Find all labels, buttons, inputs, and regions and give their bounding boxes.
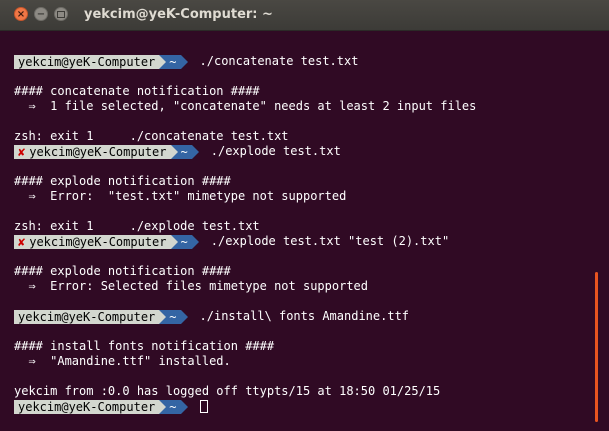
command-text: ./explode test.txt (210, 144, 341, 158)
output-line: zsh: exit 1 ./concatenate test.txt (14, 129, 289, 143)
prompt-user-host-text: yekcim@yeK-Computer (29, 234, 167, 249)
scrollbar-track[interactable] (598, 31, 609, 431)
prompt-separator-icon (170, 144, 178, 159)
maximize-button[interactable] (54, 7, 68, 21)
error-x-icon: ✘ (18, 144, 26, 159)
prompt-segment: ✘ yekcim@yeK-Computer ~ (14, 144, 199, 159)
prompt-user-host: yekcim@yeK-Computer (14, 399, 160, 414)
prompt-user-host-text: yekcim@yeK-Computer (18, 54, 156, 69)
output-line: ⇒ Error: "test.txt" mimetype not support… (14, 189, 347, 203)
output-line: #### install fonts notification #### (14, 339, 275, 353)
prompt-user-host: yekcim@yeK-Computer (14, 54, 160, 69)
output-line: #### explode notification #### (14, 264, 231, 278)
prompt-line: yekcim@yeK-Computer ~ ./install\ fonts Ama… (14, 309, 598, 324)
prompt-user-host-text: yekcim@yeK-Computer (18, 309, 156, 324)
prompt-user-host: ✘ yekcim@yeK-Computer (14, 234, 171, 249)
error-x-icon: ✘ (18, 234, 26, 249)
output-line: zsh: exit 1 ./explode test.txt (14, 219, 260, 233)
terminal-window: × − yekcim@yeK-Computer: ~ yekcim@yeK-Co… (0, 0, 609, 431)
text-cursor[interactable] (199, 400, 208, 413)
prompt-segment: ✘ yekcim@yeK-Computer ~ (14, 234, 199, 249)
close-button[interactable]: × (14, 7, 28, 21)
output-line: yekcim from :0.0 has logged off ttypts/1… (14, 384, 441, 398)
prompt-line: yekcim@yeK-Computer ~ (14, 399, 598, 414)
output-line: #### explode notification #### (14, 174, 231, 188)
prompt-separator-icon (170, 234, 178, 249)
prompt-end-icon (180, 399, 188, 414)
minimize-icon: − (36, 9, 46, 20)
prompt-end-icon (180, 309, 188, 324)
prompt-line: yekcim@yeK-Computer ~ ./concatenate test.t… (14, 54, 598, 69)
prompt-segment: yekcim@yeK-Computer ~ (14, 399, 188, 414)
prompt-separator-icon (159, 399, 167, 414)
minimize-button[interactable]: − (34, 7, 48, 21)
prompt-segment: yekcim@yeK-Computer ~ (14, 54, 188, 69)
output-line: ⇒ "Amandine.ttf" installed. (14, 354, 231, 368)
maximize-icon (57, 11, 65, 18)
prompt-end-icon (180, 54, 188, 69)
title-bar[interactable]: × − yekcim@yeK-Computer: ~ (0, 0, 609, 31)
prompt-user-host-text: yekcim@yeK-Computer (29, 144, 167, 159)
output-line: ⇒ Error: Selected files mimetype not sup… (14, 279, 369, 293)
output-line: ⇒ 1 file selected, "concatenate" needs a… (14, 99, 477, 113)
command-text: ./explode test.txt "test (2).txt" (210, 234, 450, 248)
prompt-user-host: yekcim@yeK-Computer (14, 309, 160, 324)
command-text: ./install\ fonts Amandine.ttf (199, 309, 410, 323)
prompt-user-host: ✘ yekcim@yeK-Computer (14, 144, 171, 159)
prompt-separator-icon (159, 54, 167, 69)
prompt-line: ✘ yekcim@yeK-Computer ~ ./explode test.txt … (14, 234, 598, 249)
prompt-end-icon (191, 234, 199, 249)
output-line: #### concatenate notification #### (14, 84, 260, 98)
scrollbar-thumb[interactable] (595, 272, 598, 422)
command-text: ./concatenate test.txt (199, 54, 359, 68)
terminal-output[interactable]: yekcim@yeK-Computer ~ ./concatenate test.t… (0, 31, 598, 431)
prompt-segment: yekcim@yeK-Computer ~ (14, 309, 188, 324)
prompt-user-host-text: yekcim@yeK-Computer (18, 399, 156, 414)
prompt-end-icon (191, 144, 199, 159)
prompt-line: ✘ yekcim@yeK-Computer ~ ./explode test.txt (14, 144, 598, 159)
window-title: yekcim@yeK-Computer: ~ (84, 7, 273, 22)
close-icon: × (16, 9, 26, 20)
prompt-separator-icon (159, 309, 167, 324)
